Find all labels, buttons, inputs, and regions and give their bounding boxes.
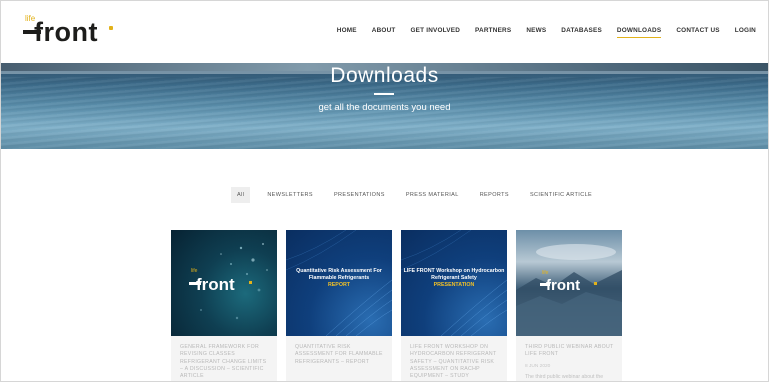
card-thumbnail[interactable]: life front: [516, 230, 622, 336]
card-description: The third public webinar about the: [525, 374, 604, 380]
title-divider: [374, 93, 394, 95]
nav-contact-us[interactable]: CONTACT US: [676, 27, 719, 38]
card-title[interactable]: LIFE FRONT WORKSHOP ON HYDROCARBON REFRI…: [410, 344, 500, 380]
card-title[interactable]: THIRD PUBLIC WEBINAR ABOUT LIFE FRONT: [525, 344, 615, 359]
card-title[interactable]: QUANTITATIVE RISK ASSESSMENT FOR FLAMMAB…: [295, 344, 385, 366]
card-meta: LIFE FRONT WORKSHOP ON HYDROCARBON REFRI…: [401, 336, 507, 381]
logo-wordmark: front: [34, 17, 98, 47]
cover-title: Quantitative Risk Assessment For Flammab…: [296, 268, 382, 281]
nav-databases[interactable]: DATABASES: [561, 27, 602, 38]
filter-press-material[interactable]: PRESS MATERIAL: [406, 192, 459, 198]
card-logo-life: life: [191, 268, 198, 274]
card-logo-life: life: [542, 270, 549, 276]
nav-get-involved[interactable]: GET INVOLVED: [411, 27, 461, 38]
logo-dot: [109, 26, 113, 30]
filter-scientific-article[interactable]: SCIENTIFIC ARTICLE: [530, 192, 592, 198]
card-thumbnail[interactable]: Quantitative Risk Assessment For Flammab…: [286, 230, 392, 336]
page-frame: life front HOME ABOUT GET INVOLVED PARTN…: [0, 0, 769, 382]
nav-login[interactable]: LOGIN: [735, 27, 756, 38]
filter-presentations[interactable]: PRESENTATIONS: [334, 192, 385, 198]
card-date: 8 JUN 2020: [525, 364, 551, 369]
nav-home[interactable]: HOME: [337, 27, 357, 38]
main-nav: HOME ABOUT GET INVOLVED PARTNERS NEWS DA…: [322, 27, 756, 38]
filter-all[interactable]: All: [231, 187, 251, 203]
download-card[interactable]: life front THIRD PUBLIC WEBINAR ABOUT LI…: [516, 230, 622, 381]
nav-about[interactable]: ABOUT: [372, 27, 396, 38]
nav-partners[interactable]: PARTNERS: [475, 27, 511, 38]
cover-title: LIFE FRONT Workshop on Hydrocarbon Refri…: [403, 268, 505, 281]
hero-banner: Downloads get all the documents you need: [1, 63, 768, 149]
site-logo[interactable]: life front: [23, 11, 133, 51]
download-card[interactable]: Quantitative Risk Assessment For Flammab…: [286, 230, 392, 381]
page-title: Downloads: [330, 64, 439, 87]
page-subtitle: get all the documents you need: [318, 102, 451, 113]
card-thumbnail[interactable]: life front: [171, 230, 277, 336]
filter-reports[interactable]: REPORTS: [480, 192, 509, 198]
download-card[interactable]: life front GENERAL FRAMEWORK FOR REVISIN…: [171, 230, 277, 381]
nav-news[interactable]: NEWS: [526, 27, 546, 38]
download-filters: All NEWSLETTERS PRESENTATIONS PRESS MATE…: [231, 187, 613, 203]
site-header: life front HOME ABOUT GET INVOLVED PARTN…: [1, 1, 768, 63]
cover-tag: PRESENTATION: [433, 282, 475, 288]
card-logo-dot: [249, 281, 252, 284]
nav-downloads[interactable]: DOWNLOADS: [616, 27, 662, 38]
filter-newsletters[interactable]: NEWSLETTERS: [267, 192, 313, 198]
card-meta: THIRD PUBLIC WEBINAR ABOUT LIFE FRONT 8 …: [516, 336, 622, 381]
card-logo-word: front: [196, 275, 235, 294]
download-card[interactable]: LIFE FRONT Workshop on Hydrocarbon Refri…: [401, 230, 507, 381]
card-logo-word: front: [546, 277, 581, 294]
card-thumbnail[interactable]: LIFE FRONT Workshop on Hydrocarbon Refri…: [401, 230, 507, 336]
card-meta: QUANTITATIVE RISK ASSESSMENT FOR FLAMMAB…: [286, 336, 392, 381]
card-title[interactable]: GENERAL FRAMEWORK FOR REVISING CLASSES R…: [180, 344, 270, 380]
cover-tag: REPORT: [327, 282, 351, 288]
card-meta: GENERAL FRAMEWORK FOR REVISING CLASSES R…: [171, 336, 277, 381]
card-logo-dot: [594, 282, 597, 285]
downloads-grid: life front GENERAL FRAMEWORK FOR REVISIN…: [171, 230, 623, 381]
